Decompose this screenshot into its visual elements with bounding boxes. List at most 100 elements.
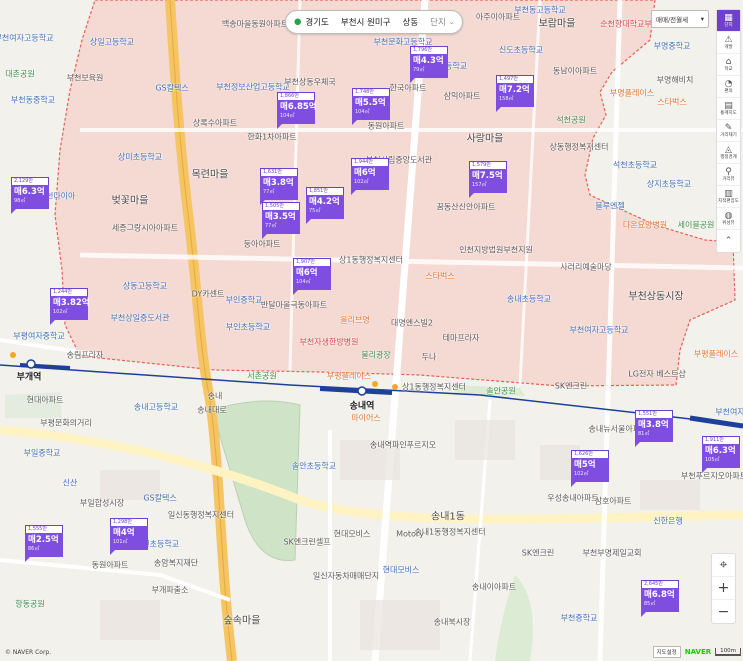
map-label[interactable]: 송내고등학교 — [134, 402, 178, 413]
location-search-bar[interactable]: ● 경기도 부천시 원미구 상동 단지 ⌄ — [285, 10, 463, 34]
map-label[interactable]: 신도초등학교 — [499, 45, 543, 56]
map-label[interactable]: 솔안공원 — [486, 386, 515, 397]
price-marker-body[interactable]: 매2.5억 86㎡ — [25, 533, 63, 557]
map-label[interactable]: 송내대로 — [197, 405, 226, 416]
price-marker-body[interactable]: 매6.3억 105㎡ — [702, 444, 740, 468]
zoom-in-button[interactable]: + — [712, 577, 735, 600]
map-label[interactable]: 부천동고등학교 — [514, 5, 566, 16]
zoom-out-button[interactable]: − — [712, 600, 735, 623]
map-label[interactable]: 현대모비스 — [383, 565, 420, 576]
map-label[interactable]: 신한은행 — [653, 516, 682, 527]
price-marker-body[interactable]: 매3.82억 102㎡ — [50, 296, 90, 320]
dong-label[interactable]: 상동 — [403, 16, 419, 28]
price-marker[interactable]: 1,631만 매3.8억 77㎡ — [260, 168, 298, 205]
price-marker-body[interactable]: 매7.5억 157㎡ — [469, 169, 507, 193]
control-georibyeol[interactable]: ⚲ 거리뷰 — [717, 164, 740, 186]
map-label[interactable]: 세종그랑시아아파트 — [112, 223, 178, 234]
map-label[interactable]: SK엔크린셀프 — [283, 537, 330, 548]
map-label[interactable]: 블루엔젤 — [595, 201, 624, 212]
map-label[interactable]: 부인중학교 — [226, 295, 263, 306]
price-marker-body[interactable]: 매3.5억 77㎡ — [262, 210, 300, 234]
map-label[interactable]: Motory — [396, 530, 424, 539]
map-label[interactable]: 대촌공원 — [5, 69, 34, 80]
map-label[interactable]: 송내역파인푸르지오 — [370, 440, 436, 451]
control-geori[interactable]: ✎ 거리재기 — [717, 120, 740, 142]
map-label[interactable]: 송내이아파트 — [472, 582, 516, 593]
price-marker-body[interactable]: 매7.2억 158㎡ — [496, 83, 534, 107]
subway-station-icon[interactable] — [357, 386, 367, 396]
filter-label[interactable]: 단지 — [430, 16, 446, 28]
price-marker-body[interactable]: 매5.5억 104㎡ — [352, 96, 390, 120]
map-label[interactable]: 부천부명제일교회 — [583, 548, 642, 559]
map-label[interactable]: 보람마을 — [539, 15, 576, 30]
map-label[interactable]: 꿈동산신안아파트 — [437, 202, 496, 213]
map-label[interactable]: 석천공원 — [556, 115, 585, 126]
map-label[interactable]: 상미초등학교 — [118, 152, 162, 163]
map-label[interactable]: 현대모비스 — [334, 529, 371, 540]
control-jijeok[interactable]: ▥ 지적편집도 — [717, 186, 740, 208]
map-label[interactable]: 동원아파트 — [92, 560, 129, 571]
map-label[interactable]: 부일중학교 — [24, 448, 61, 459]
control-pyeonui[interactable]: ◔ 편의 — [717, 76, 740, 98]
control-tonggye[interactable]: ▤ 통계지도 — [717, 98, 740, 120]
map-label[interactable]: 한화1차아파트 — [247, 132, 296, 143]
map-label[interactable]: 부천상동우체국 — [284, 77, 336, 88]
map-label[interactable]: 사러리예술마당 — [560, 262, 612, 273]
map-label[interactable]: LG전자 베스트샵 — [628, 369, 685, 380]
price-marker[interactable]: 1,851만 매4.2억 75㎡ — [306, 187, 344, 224]
price-marker[interactable]: 1,944만 매6억 102㎡ — [351, 158, 389, 195]
map-label[interactable]: 부명플레이스 — [610, 88, 654, 99]
map-label[interactable]: GS칼텍스 — [155, 83, 188, 94]
map-label[interactable]: 일신자동차매매단지 — [313, 571, 379, 582]
map-label[interactable]: SK엔크린 — [522, 548, 554, 559]
region-label[interactable]: 경기도 — [305, 16, 328, 28]
price-marker[interactable]: 1,298만 매4억 101㎡ — [110, 518, 148, 555]
price-marker[interactable]: 1,244만 매3.82억 102㎡ — [50, 288, 90, 325]
map-label[interactable]: 송내1동 — [431, 508, 465, 523]
price-marker-body[interactable]: 매6.8억 85㎡ — [641, 588, 679, 612]
map-label[interactable]: 부천상동시장 — [628, 288, 683, 303]
map-label[interactable]: 상동행정복지센터 — [550, 142, 609, 153]
price-marker[interactable]: 1,866만 매6.85억 104㎡ — [277, 92, 317, 129]
price-marker[interactable]: 1,497만 매7.2억 158㎡ — [496, 75, 534, 112]
price-marker-body[interactable]: 매5억 102㎡ — [571, 458, 609, 482]
map-label[interactable]: 부평문화의거리 — [40, 418, 92, 429]
map-label[interactable]: 마이어스 — [351, 413, 380, 424]
price-marker-body[interactable]: 매4.2억 75㎡ — [306, 195, 344, 219]
map-label[interactable]: 송암복지재단 — [154, 558, 198, 569]
map-label[interactable]: 부평플레이스 — [694, 349, 738, 360]
map-label[interactable]: 상1동행정복지센터 — [339, 255, 403, 266]
map-label[interactable]: 부천보육원 — [67, 73, 104, 84]
chevron-down-icon[interactable]: ⌄ — [449, 18, 455, 26]
my-location-icon[interactable]: ⌖ — [712, 554, 735, 577]
district-label[interactable]: 부천시 원미구 — [341, 16, 391, 28]
control-hakgyo[interactable]: ⌂ 학교 — [717, 54, 740, 76]
map-label[interactable]: 세이블공원 — [678, 220, 715, 231]
map-label[interactable]: 부일합성시장 — [80, 498, 124, 509]
price-marker-body[interactable]: 매6억 102㎡ — [351, 166, 389, 190]
map-label[interactable]: 일신동행정복지센터 — [168, 510, 234, 521]
map-label[interactable]: 상동고등학교 — [123, 281, 167, 292]
map-label[interactable]: 부평플레이스 — [327, 371, 371, 382]
map-label[interactable]: 송내1동행정복지센터 — [414, 527, 485, 538]
map-label[interactable]: 상지초등학교 — [647, 179, 691, 190]
map-label[interactable]: 상1동행정복지센터 — [402, 382, 466, 393]
map-label[interactable]: 삼호아파트 — [595, 496, 632, 507]
map-label[interactable]: 상록수아파트 — [193, 118, 237, 129]
price-marker-body[interactable]: 매4억 101㎡ — [110, 526, 148, 550]
price-marker-body[interactable]: 매6.85억 104㎡ — [277, 100, 317, 124]
price-marker[interactable]: 2,129만 매6.3억 98㎡ — [11, 177, 49, 214]
map-label[interactable]: 삼익아파트 — [444, 91, 481, 102]
price-marker[interactable]: 1,907만 매6억 104㎡ — [293, 258, 331, 295]
collapse-controls-button[interactable]: ⌃ — [717, 230, 740, 252]
price-marker[interactable]: 2,645만 매6.8억 85㎡ — [641, 580, 679, 617]
price-marker[interactable]: 1,911만 매6.3억 105㎡ — [702, 436, 740, 473]
map-label[interactable]: 송내북시장 — [434, 617, 471, 628]
map-label[interactable]: 송내역 — [350, 399, 375, 412]
map-label[interactable]: 부천여자고등학교 — [0, 33, 53, 44]
map-label[interactable]: 반달마을극동아파트 — [261, 300, 327, 311]
map-label[interactable]: 부천상일중도서관 — [111, 313, 170, 324]
price-marker-body[interactable]: 매3.8억 77㎡ — [260, 176, 298, 200]
map-label[interactable]: 백송마을동원아파트 — [222, 19, 288, 30]
deal-type-select[interactable]: 매매/전월세 ▾ — [651, 10, 709, 28]
